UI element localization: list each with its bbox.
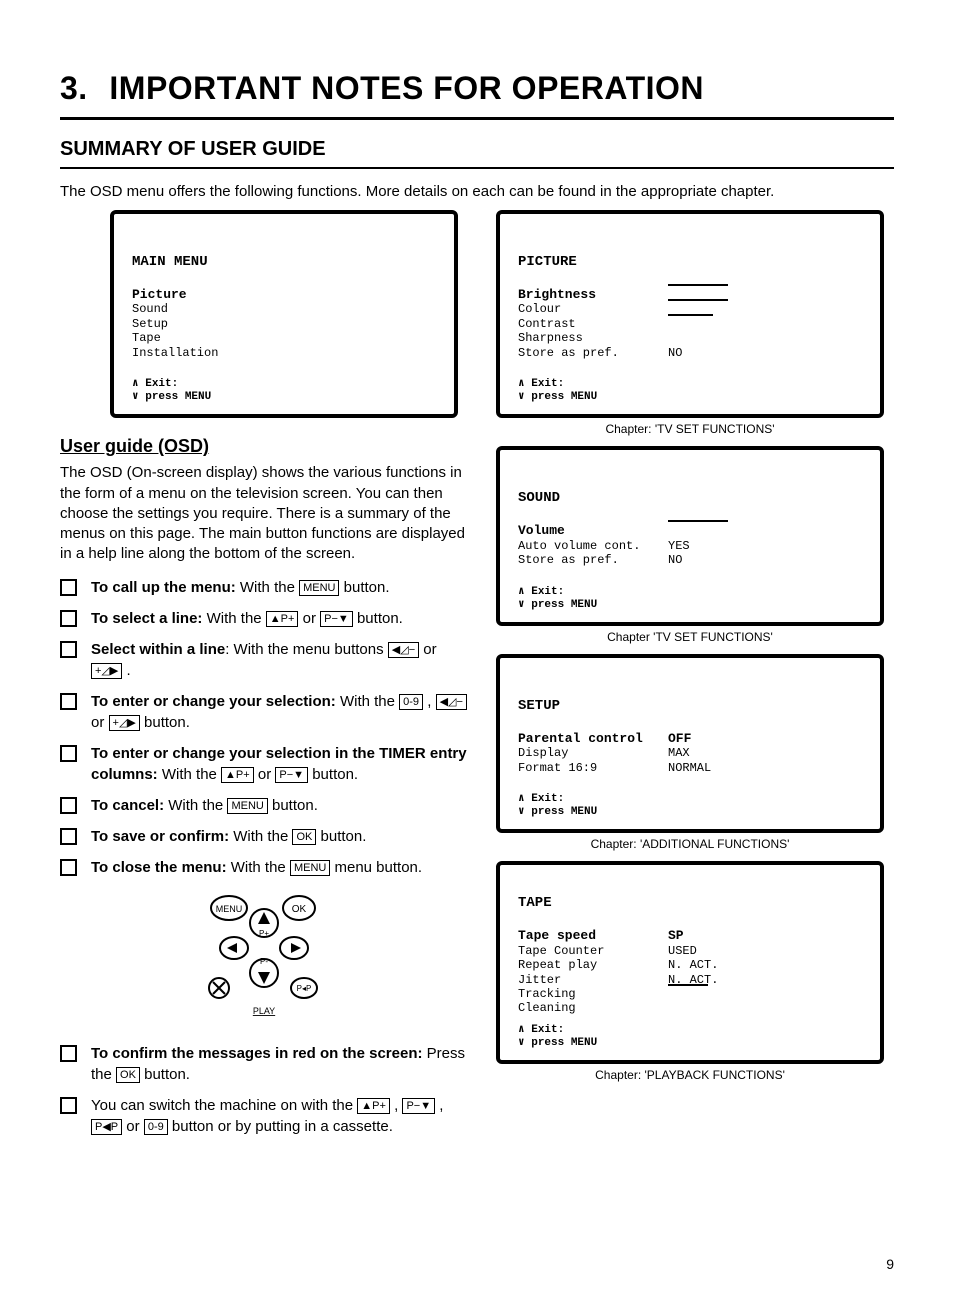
- menu-button: MENU: [299, 580, 339, 596]
- slider-icon: [668, 299, 728, 313]
- osd-exit-line: ∨ press MENU: [132, 391, 436, 404]
- osd-exit-line: ∨ press MENU: [518, 391, 862, 404]
- list-item: You can switch the machine on with the ▲…: [60, 1095, 468, 1137]
- list-item: To enter or change your selection in the…: [60, 743, 468, 785]
- list-item: To select a line: With the ▲P+ or P−▼ bu…: [60, 608, 468, 629]
- osd-exit-line: ∧ Exit:: [518, 378, 862, 391]
- ok-button: OK: [292, 829, 316, 845]
- p-minus-button: P−▼: [320, 611, 353, 627]
- osd-highlight: Brightness: [518, 287, 668, 303]
- instruction-list-2: To confirm the messages in red on the sc…: [60, 1043, 468, 1137]
- checkbox-icon: [60, 797, 77, 814]
- checkbox-icon: [60, 579, 77, 596]
- right-button: +◿▶: [109, 715, 140, 731]
- section-title: SUMMARY OF USER GUIDE: [60, 138, 894, 161]
- osd-main-menu: MAIN MENU Picture Sound Setup Tape Insta…: [110, 210, 458, 418]
- svg-text:P◂P: P◂P: [297, 984, 312, 993]
- chapter-text: IMPORTANT NOTES FOR OPERATION: [109, 70, 704, 106]
- checkbox-icon: [60, 828, 77, 845]
- chapter-reference: Chapter: 'PLAYBACK FUNCTIONS': [496, 1068, 884, 1082]
- osd-exit-line: ∨ press MENU: [518, 806, 862, 819]
- list-item: To confirm the messages in red on the sc…: [60, 1043, 468, 1085]
- osd-title: PICTURE: [518, 254, 862, 271]
- p-minus-button: P−▼: [402, 1098, 435, 1114]
- page-number: 9: [886, 1256, 894, 1272]
- osd-title: SOUND: [518, 490, 862, 507]
- checkbox-icon: [60, 859, 77, 876]
- svg-text:P-: P-: [260, 957, 268, 966]
- p-minus-button: P−▼: [275, 767, 308, 783]
- svg-text:PLAY: PLAY: [253, 1006, 275, 1016]
- osd-title: TAPE: [518, 895, 862, 912]
- chapter-reference: Chapter 'TV SET FUNCTIONS': [496, 630, 884, 644]
- list-item: To enter or change your selection: With …: [60, 691, 468, 733]
- chapter-title: 3. IMPORTANT NOTES FOR OPERATION: [60, 70, 894, 107]
- osd-highlight: Parental control: [518, 731, 668, 747]
- svg-text:OK: OK: [292, 904, 307, 915]
- list-item: To call up the menu: With the MENU butto…: [60, 577, 468, 598]
- slider-icon: [668, 520, 728, 536]
- osd-sound: SOUND Volume Auto volume cont.YES Store …: [496, 446, 884, 626]
- osd-exit-line: ∨ press MENU: [518, 1037, 862, 1050]
- slider-icon: [668, 984, 708, 998]
- slider-icon: [668, 314, 713, 328]
- checkbox-icon: [60, 1045, 77, 1062]
- left-button: ◀◿−: [436, 694, 467, 710]
- guide-title: User guide (OSD): [60, 436, 468, 457]
- checkbox-icon: [60, 745, 77, 762]
- list-item: Select within a line: With the menu butt…: [60, 639, 468, 681]
- right-button: +◿▶: [91, 663, 122, 679]
- svg-text:MENU: MENU: [216, 904, 243, 914]
- osd-tape: TAPE Tape speedSP Tape CounterUSED Repea…: [496, 861, 884, 1064]
- osd-exit-line: ∧ Exit:: [518, 793, 862, 806]
- osd-item: Installation: [132, 346, 436, 360]
- menu-button: MENU: [227, 798, 267, 814]
- guide-body: The OSD (On-screen display) shows the va…: [60, 463, 468, 564]
- checkbox-icon: [60, 693, 77, 710]
- ok-button: OK: [116, 1067, 140, 1083]
- instruction-list: To call up the menu: With the MENU butto…: [60, 577, 468, 878]
- osd-exit-line: ∧ Exit:: [518, 586, 862, 599]
- list-item: To save or confirm: With the OK button.: [60, 826, 468, 847]
- osd-exit-line: ∧ Exit:: [132, 378, 436, 391]
- list-item: To close the menu: With the MENU menu bu…: [60, 857, 468, 878]
- checkbox-icon: [60, 1097, 77, 1114]
- checkbox-icon: [60, 610, 77, 627]
- intro-text: The OSD menu offers the following functi…: [60, 183, 894, 200]
- osd-highlight: Volume: [518, 523, 668, 539]
- left-button: ◀◿−: [388, 642, 419, 658]
- p-plus-button: ▲P+: [266, 611, 299, 627]
- p-plus-button: ▲P+: [221, 767, 254, 783]
- chapter-reference: Chapter: 'TV SET FUNCTIONS': [496, 422, 884, 436]
- menu-button: MENU: [290, 860, 330, 876]
- divider: [60, 167, 894, 169]
- divider: [60, 117, 894, 120]
- osd-exit-line: ∨ press MENU: [518, 599, 862, 612]
- list-item: To cancel: With the MENU button.: [60, 795, 468, 816]
- osd-title: SETUP: [518, 698, 862, 715]
- osd-title: MAIN MENU: [132, 254, 436, 271]
- p-plus-button: ▲P+: [357, 1098, 390, 1114]
- osd-highlight: Tape speed: [518, 928, 668, 944]
- chapter-number: 3.: [60, 70, 100, 107]
- checkbox-icon: [60, 641, 77, 658]
- chapter-reference: Chapter: 'ADDITIONAL FUNCTIONS': [496, 837, 884, 851]
- svg-text:P+: P+: [259, 929, 269, 938]
- osd-setup: SETUP Parental controlOFF DisplayMAX For…: [496, 654, 884, 834]
- osd-item: Setup: [132, 317, 436, 331]
- p-swap-button: P◀P: [91, 1119, 122, 1135]
- osd-item: Tape: [132, 331, 436, 345]
- osd-item: Sound: [132, 302, 436, 316]
- osd-exit-line: ∧ Exit:: [518, 1024, 862, 1037]
- digits-button: 0-9: [399, 694, 423, 710]
- osd-picture: PICTURE Brightness Colour Contrast Sharp…: [496, 210, 884, 418]
- slider-icon: [668, 284, 728, 300]
- digits-button: 0-9: [144, 1119, 168, 1135]
- remote-illustration: MENU OK P+ P- P◂P PLAY: [60, 888, 468, 1033]
- osd-highlight: Picture: [132, 287, 436, 303]
